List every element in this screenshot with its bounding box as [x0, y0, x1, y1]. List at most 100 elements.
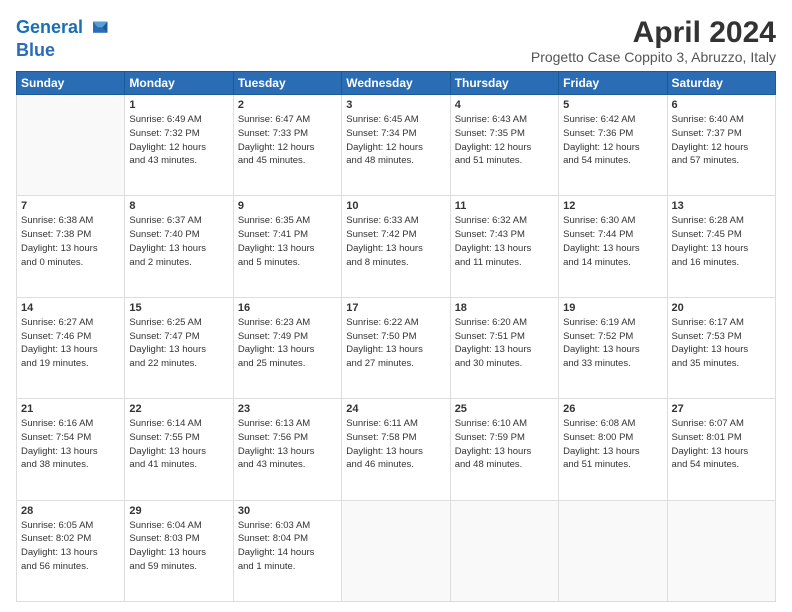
calendar-week-1: 1 Sunrise: 6:49 AMSunset: 7:32 PMDaylight… [17, 95, 776, 196]
calendar-cell: 20Sunrise: 6:17 AMSunset: 7:53 PMDayligh… [667, 297, 775, 398]
day-number: 27 [672, 403, 771, 415]
cell-info: Sunrise: 6:10 AMSunset: 7:59 PMDaylight:… [455, 417, 554, 472]
cell-info: Sunrise: 6:25 AMSunset: 7:47 PMDaylight:… [129, 316, 228, 371]
day-number: 3 [346, 99, 445, 111]
calendar-cell: 14 Sunrise: 6:27 AMSunset: 7:46 PMDayligh… [17, 297, 125, 398]
cell-info: Sunrise: 6:14 AMSunset: 7:55 PMDaylight:… [129, 417, 228, 472]
logo-text: General [16, 18, 83, 38]
cell-info: Sunrise: 6:45 AMSunset: 7:34 PMDaylight:… [346, 113, 445, 168]
calendar-cell [342, 500, 450, 601]
day-number: 10 [346, 200, 445, 212]
cell-info: Sunrise: 6:07 AMSunset: 8:01 PMDaylight:… [672, 417, 771, 472]
day-number: 26 [563, 403, 662, 415]
calendar-cell: 16 Sunrise: 6:23 AMSunset: 7:49 PMDayligh… [233, 297, 341, 398]
calendar-cell: 1 Sunrise: 6:49 AMSunset: 7:32 PMDaylight… [125, 95, 233, 196]
calendar-header-monday: Monday [125, 72, 233, 95]
cell-info: Sunrise: 6:49 AMSunset: 7:32 PMDaylight:… [129, 113, 228, 168]
calendar-cell: 3 Sunrise: 6:45 AMSunset: 7:34 PMDaylight… [342, 95, 450, 196]
day-number: 13 [672, 200, 771, 212]
day-number: 5 [563, 99, 662, 111]
calendar-cell: 10 Sunrise: 6:33 AMSunset: 7:42 PMDayligh… [342, 196, 450, 297]
calendar-cell: 4 Sunrise: 6:43 AMSunset: 7:35 PMDaylight… [450, 95, 558, 196]
calendar-cell: 9 Sunrise: 6:35 AMSunset: 7:41 PMDaylight… [233, 196, 341, 297]
calendar-cell [559, 500, 667, 601]
cell-info: Sunrise: 6:43 AMSunset: 7:35 PMDaylight:… [455, 113, 554, 168]
header: General Blue April 2024 Progetto Case Co… [16, 16, 776, 65]
calendar-cell: 21Sunrise: 6:16 AMSunset: 7:54 PMDayligh… [17, 399, 125, 500]
cell-info: Sunrise: 6:22 AMSunset: 7:50 PMDaylight:… [346, 316, 445, 371]
cell-info: Sunrise: 6:32 AMSunset: 7:43 PMDaylight:… [455, 214, 554, 269]
day-number: 23 [238, 403, 337, 415]
calendar-cell: 23 Sunrise: 6:13 AMSunset: 7:56 PMDayligh… [233, 399, 341, 500]
main-title: April 2024 [531, 16, 776, 49]
day-number: 1 [129, 99, 228, 111]
day-number: 9 [238, 200, 337, 212]
cell-info: Sunrise: 6:23 AMSunset: 7:49 PMDaylight:… [238, 316, 337, 371]
calendar-cell: 24 Sunrise: 6:11 AMSunset: 7:58 PMDayligh… [342, 399, 450, 500]
calendar-week-3: 14 Sunrise: 6:27 AMSunset: 7:46 PMDayligh… [17, 297, 776, 398]
calendar-header-saturday: Saturday [667, 72, 775, 95]
cell-info: Sunrise: 6:38 AMSunset: 7:38 PMDaylight:… [21, 214, 120, 269]
calendar-week-4: 21Sunrise: 6:16 AMSunset: 7:54 PMDayligh… [17, 399, 776, 500]
calendar-header-row: SundayMondayTuesdayWednesdayThursdayFrid… [17, 72, 776, 95]
calendar-cell: 28 Sunrise: 6:05 AMSunset: 8:02 PMDayligh… [17, 500, 125, 601]
cell-info: Sunrise: 6:27 AMSunset: 7:46 PMDaylight:… [21, 316, 120, 371]
cell-info: Sunrise: 6:05 AMSunset: 8:02 PMDaylight:… [21, 519, 120, 574]
calendar-header-wednesday: Wednesday [342, 72, 450, 95]
calendar-cell: 19Sunrise: 6:19 AMSunset: 7:52 PMDayligh… [559, 297, 667, 398]
calendar-cell: 2 Sunrise: 6:47 AMSunset: 7:33 PMDaylight… [233, 95, 341, 196]
calendar-cell: 26Sunrise: 6:08 AMSunset: 8:00 PMDayligh… [559, 399, 667, 500]
calendar-cell [17, 95, 125, 196]
cell-info: Sunrise: 6:35 AMSunset: 7:41 PMDaylight:… [238, 214, 337, 269]
cell-info: Sunrise: 6:40 AMSunset: 7:37 PMDaylight:… [672, 113, 771, 168]
cell-info: Sunrise: 6:37 AMSunset: 7:40 PMDaylight:… [129, 214, 228, 269]
day-number: 20 [672, 302, 771, 314]
day-number: 6 [672, 99, 771, 111]
day-number: 12 [563, 200, 662, 212]
calendar-header-thursday: Thursday [450, 72, 558, 95]
cell-info: Sunrise: 6:20 AMSunset: 7:51 PMDaylight:… [455, 316, 554, 371]
calendar-week-5: 28 Sunrise: 6:05 AMSunset: 8:02 PMDayligh… [17, 500, 776, 601]
cell-info: Sunrise: 6:03 AMSunset: 8:04 PMDaylight:… [238, 519, 337, 574]
day-number: 7 [21, 200, 120, 212]
cell-info: Sunrise: 6:13 AMSunset: 7:56 PMDaylight:… [238, 417, 337, 472]
cell-info: Sunrise: 6:33 AMSunset: 7:42 PMDaylight:… [346, 214, 445, 269]
day-number: 14 [21, 302, 120, 314]
calendar-cell: 8 Sunrise: 6:37 AMSunset: 7:40 PMDaylight… [125, 196, 233, 297]
calendar-cell: 6 Sunrise: 6:40 AMSunset: 7:37 PMDaylight… [667, 95, 775, 196]
calendar-header-tuesday: Tuesday [233, 72, 341, 95]
day-number: 4 [455, 99, 554, 111]
day-number: 29 [129, 505, 228, 517]
calendar-cell: 13 Sunrise: 6:28 AMSunset: 7:45 PMDayligh… [667, 196, 775, 297]
cell-info: Sunrise: 6:28 AMSunset: 7:45 PMDaylight:… [672, 214, 771, 269]
day-number: 22 [129, 403, 228, 415]
calendar-cell: 5 Sunrise: 6:42 AMSunset: 7:36 PMDaylight… [559, 95, 667, 196]
calendar-cell: 15 Sunrise: 6:25 AMSunset: 7:47 PMDayligh… [125, 297, 233, 398]
day-number: 30 [238, 505, 337, 517]
calendar-cell [450, 500, 558, 601]
cell-info: Sunrise: 6:42 AMSunset: 7:36 PMDaylight:… [563, 113, 662, 168]
logo-icon [85, 16, 109, 40]
day-number: 28 [21, 505, 120, 517]
day-number: 2 [238, 99, 337, 111]
calendar-cell: 11 Sunrise: 6:32 AMSunset: 7:43 PMDayligh… [450, 196, 558, 297]
calendar-cell: 30 Sunrise: 6:03 AMSunset: 8:04 PMDayligh… [233, 500, 341, 601]
logo-blue: Blue [16, 40, 109, 61]
day-number: 15 [129, 302, 228, 314]
day-number: 8 [129, 200, 228, 212]
day-number: 19 [563, 302, 662, 314]
day-number: 24 [346, 403, 445, 415]
calendar-cell: 12Sunrise: 6:30 AMSunset: 7:44 PMDayligh… [559, 196, 667, 297]
calendar-cell: 7 Sunrise: 6:38 AMSunset: 7:38 PMDaylight… [17, 196, 125, 297]
day-number: 17 [346, 302, 445, 314]
calendar-header-friday: Friday [559, 72, 667, 95]
cell-info: Sunrise: 6:11 AMSunset: 7:58 PMDaylight:… [346, 417, 445, 472]
calendar-table: SundayMondayTuesdayWednesdayThursdayFrid… [16, 71, 776, 602]
day-number: 11 [455, 200, 554, 212]
logo: General Blue [16, 16, 109, 61]
cell-info: Sunrise: 6:47 AMSunset: 7:33 PMDaylight:… [238, 113, 337, 168]
calendar-cell: 18Sunrise: 6:20 AMSunset: 7:51 PMDayligh… [450, 297, 558, 398]
day-number: 16 [238, 302, 337, 314]
calendar-cell: 29Sunrise: 6:04 AMSunset: 8:03 PMDayligh… [125, 500, 233, 601]
calendar-cell: 22 Sunrise: 6:14 AMSunset: 7:55 PMDayligh… [125, 399, 233, 500]
